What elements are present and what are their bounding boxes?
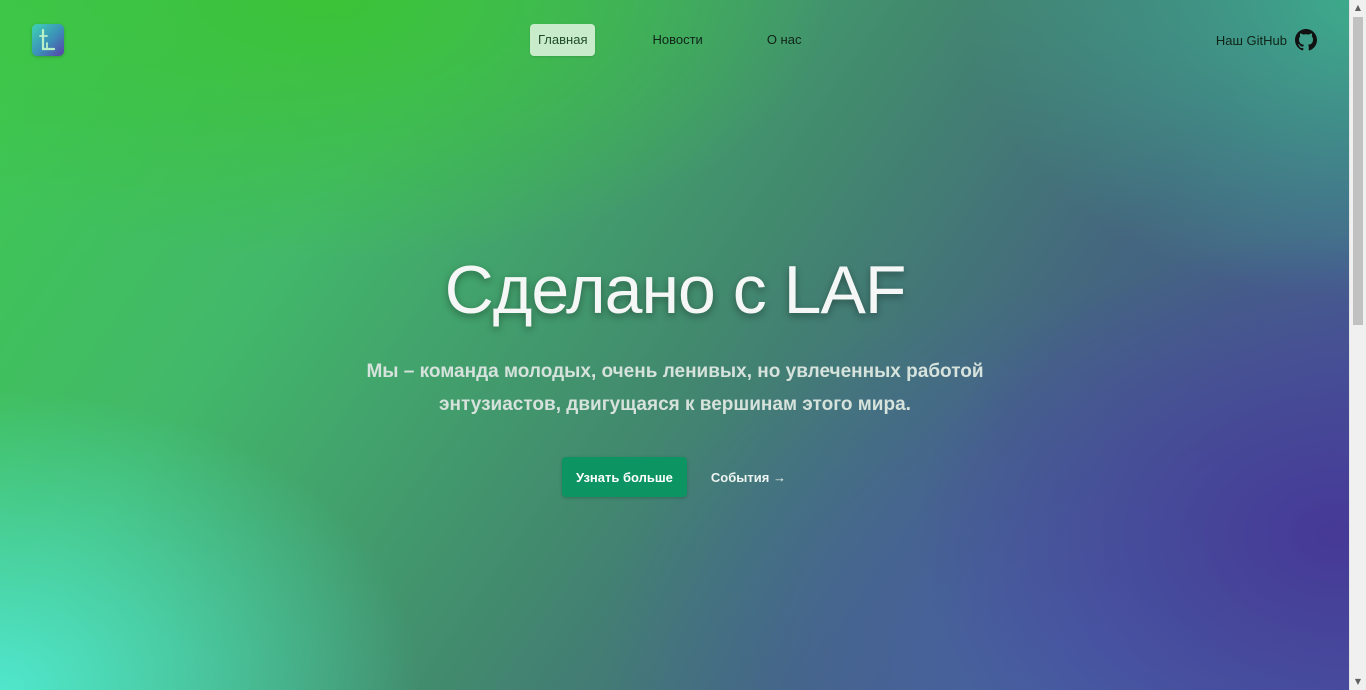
main-nav: Главная Новости О нас — [530, 24, 809, 56]
logo[interactable] — [32, 24, 64, 56]
laf-logo-icon — [39, 28, 56, 51]
landing-page: Главная Новости О нас Наш GitHub Сделано… — [0, 0, 1366, 690]
scrollbar-thumb[interactable] — [1353, 17, 1363, 325]
hero-title: Сделано с LAF — [444, 252, 907, 328]
top-navbar: Главная Новости О нас Наш GitHub — [0, 0, 1350, 80]
scroll-down-arrow-icon[interactable]: ▼ — [1350, 674, 1366, 690]
nav-item-about[interactable]: О нас — [759, 24, 810, 56]
nav-item-home[interactable]: Главная — [530, 24, 596, 56]
vertical-scrollbar[interactable]: ▲ ▼ — [1349, 0, 1366, 690]
github-link-label: Наш GitHub — [1215, 32, 1287, 48]
nav-item-news[interactable]: Новости — [644, 24, 710, 56]
github-link[interactable]: Наш GitHub — [1216, 28, 1317, 52]
scroll-up-arrow-icon[interactable]: ▲ — [1350, 0, 1366, 16]
learn-more-button[interactable]: Узнать больше — [562, 457, 687, 497]
events-link[interactable]: События → — [711, 470, 786, 485]
hero-subtitle: Мы – команда молодых, очень ленивых, но … — [366, 361, 984, 415]
github-icon — [1295, 29, 1317, 51]
hero-actions: Узнать больше События → — [562, 457, 786, 497]
